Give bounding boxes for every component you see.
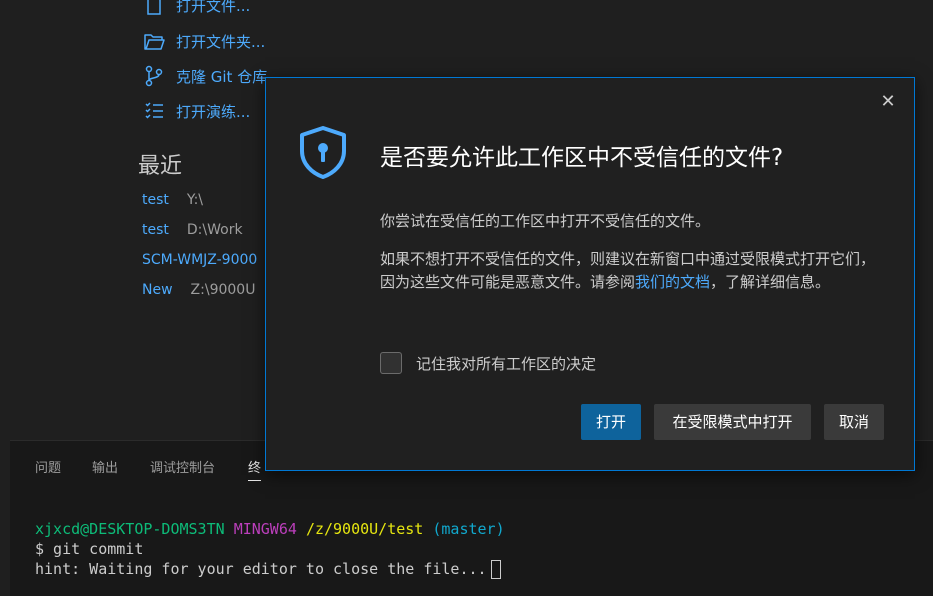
- recent-item-name[interactable]: New: [142, 282, 173, 298]
- dialog-title: 是否要允许此工作区中不受信任的文件?: [380, 145, 784, 171]
- tab-terminal[interactable]: 终: [248, 457, 262, 481]
- recent-item-path: D:\Work: [186, 222, 243, 238]
- open-file-label: 打开文件...: [176, 0, 251, 15]
- file-icon: [142, 0, 166, 17]
- recent-item-path: Z:\9000U: [190, 282, 256, 298]
- folder-open-icon: [142, 29, 166, 53]
- recent-item[interactable]: test Y:\: [142, 190, 203, 210]
- close-button[interactable]: ✕: [878, 92, 898, 112]
- terminal-path: /z/9000U/test: [305, 520, 424, 538]
- terminal-cursor: [490, 560, 501, 579]
- dialog-message: 你尝试在受信任的工作区中打开不受信任的文件。: [380, 212, 711, 230]
- remember-decision-checkbox[interactable]: [380, 352, 402, 374]
- recent-heading: 最近: [138, 154, 183, 179]
- close-icon: ✕: [880, 91, 896, 112]
- tab-output[interactable]: 输出: [92, 457, 118, 476]
- recent-item[interactable]: New Z:\9000U: [142, 280, 255, 300]
- shield-lock-icon: [296, 124, 350, 184]
- workspace-trust-dialog: ✕ 是否要允许此工作区中不受信任的文件? 你尝试在受信任的工作区中打开不受信任的…: [265, 77, 915, 471]
- remember-decision-label: 记住我对所有工作区的决定: [416, 354, 597, 373]
- terminal-hint: hint: Waiting for your editor to close t…: [35, 560, 487, 578]
- docs-link[interactable]: 我们的文档: [635, 273, 710, 291]
- recent-item[interactable]: test D:\Work: [142, 220, 243, 240]
- recent-item-name[interactable]: test: [142, 222, 169, 238]
- remember-decision-row[interactable]: 记住我对所有工作区的决定: [380, 352, 596, 374]
- clone-git-repo-link[interactable]: 克隆 Git 仓库: [142, 63, 267, 89]
- tab-debug-console[interactable]: 调试控制台: [150, 457, 215, 476]
- terminal-env: MINGW64: [233, 520, 297, 538]
- recent-item-path: Y:\: [186, 192, 204, 208]
- checklist-icon: [142, 99, 166, 123]
- recent-item-name[interactable]: test: [142, 192, 169, 208]
- open-file-link[interactable]: 打开文件...: [142, 0, 250, 18]
- recent-item[interactable]: SCM-WMJZ-9000: [142, 250, 275, 270]
- open-walkthrough-link[interactable]: 打开演练...: [142, 98, 250, 124]
- open-folder-link[interactable]: 打开文件夹...: [142, 28, 265, 54]
- terminal-branch: (master): [432, 520, 505, 538]
- open-walkthrough-label: 打开演练...: [176, 102, 251, 121]
- open-button[interactable]: 打开: [581, 404, 641, 440]
- dialog-detail: 如果不想打开不受信任的文件，则建议在新窗口中通过受限模式打开它们，因为这些文件可…: [380, 248, 888, 294]
- terminal-command: $ git commit: [35, 540, 144, 558]
- dialog-detail-text-end: ，了解详细信息。: [710, 273, 831, 291]
- open-restricted-button[interactable]: 在受限模式中打开: [654, 404, 811, 440]
- terminal-user: xjxcd@DESKTOP-DOMS3TN: [35, 520, 225, 538]
- terminal-output[interactable]: xjxcd@DESKTOP-DOMS3TN MINGW64 /z/9000U/t…: [35, 519, 505, 579]
- cancel-button[interactable]: 取消: [824, 404, 884, 440]
- git-branch-icon: [142, 64, 166, 88]
- open-folder-label: 打开文件夹...: [176, 32, 266, 51]
- tab-problems[interactable]: 问题: [35, 457, 61, 476]
- recent-item-name[interactable]: SCM-WMJZ-9000: [142, 252, 257, 268]
- clone-git-repo-label: 克隆 Git 仓库: [176, 67, 268, 86]
